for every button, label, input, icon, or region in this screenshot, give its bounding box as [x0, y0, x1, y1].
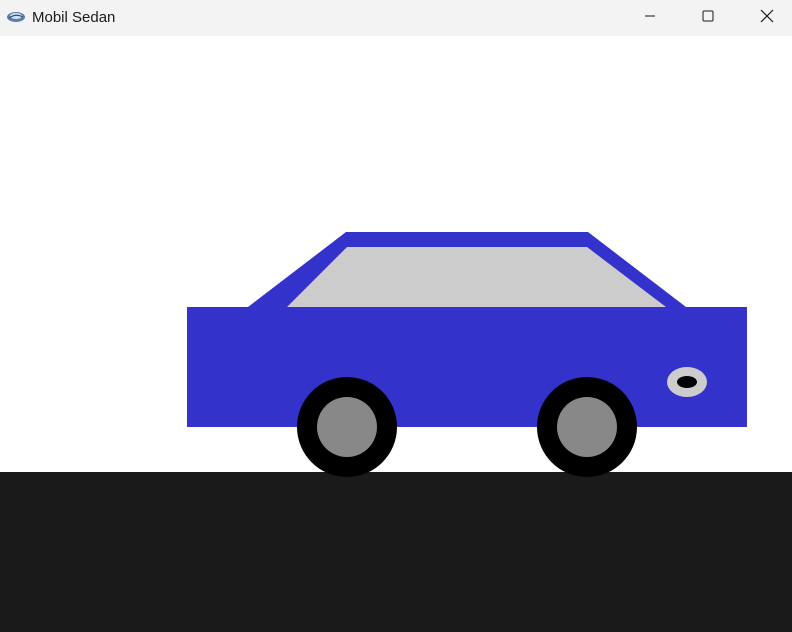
window-titlebar[interactable]: Mobil Sedan [0, 0, 792, 36]
maximize-icon [702, 9, 714, 27]
window-title: Mobil Sedan [32, 9, 116, 26]
minimize-icon [644, 9, 656, 27]
headlight-center [677, 376, 697, 388]
car-body [187, 307, 747, 427]
maximize-button[interactable] [679, 0, 737, 36]
minimize-button[interactable] [621, 0, 679, 36]
rear-wheel-rim [317, 397, 377, 457]
sedan-scene [0, 36, 792, 632]
drawing-canvas [0, 36, 792, 632]
close-icon [760, 9, 774, 28]
road [0, 472, 792, 632]
close-button[interactable] [738, 0, 792, 36]
app-logo-icon [6, 9, 26, 25]
front-wheel-rim [557, 397, 617, 457]
